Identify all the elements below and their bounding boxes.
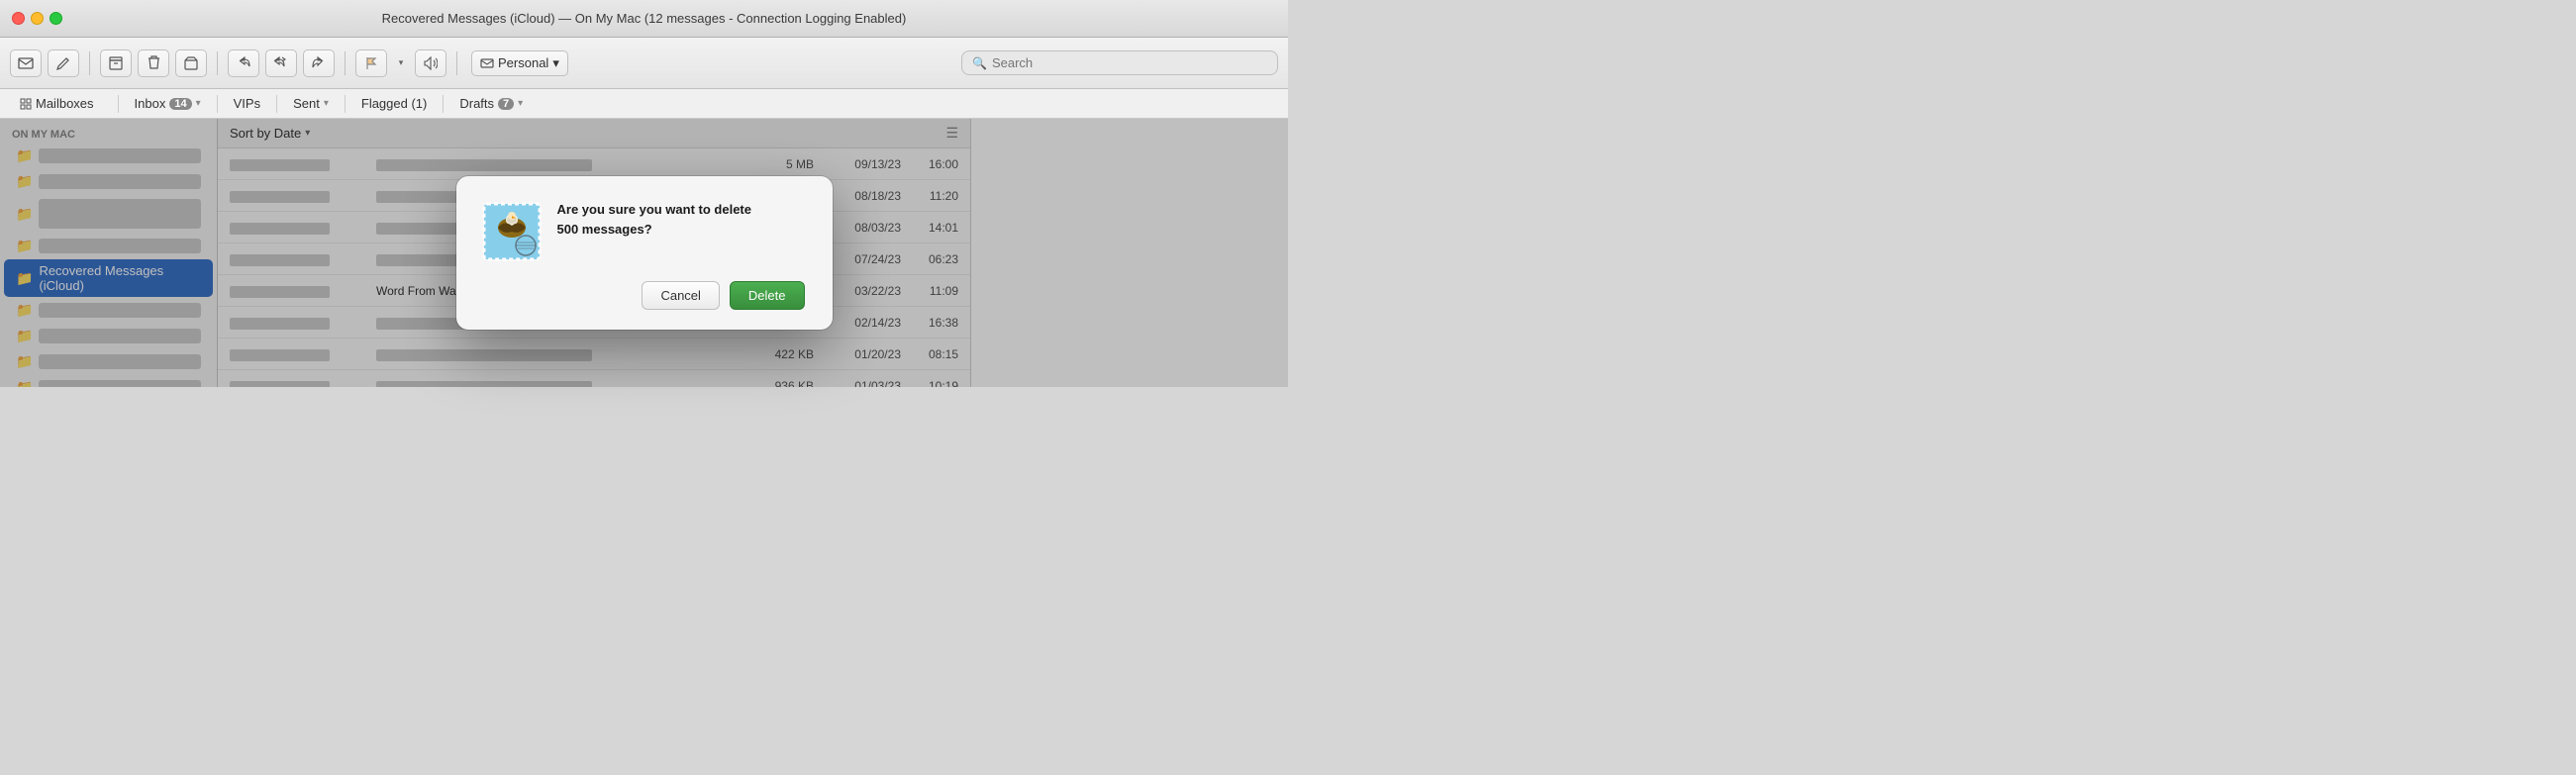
- nav-sep-5: [443, 95, 444, 113]
- mailbox-dropdown-icon: ▾: [552, 55, 559, 71]
- cancel-button[interactable]: Cancel: [642, 281, 719, 310]
- mailbox-selector[interactable]: Personal ▾: [471, 50, 568, 76]
- forward-button[interactable]: [303, 49, 335, 77]
- nav-sep-4: [345, 95, 346, 113]
- toolbar-sep-4: [456, 51, 457, 75]
- dialog-header: Are you sure you want to delete 500 mess…: [480, 200, 805, 263]
- trash-button[interactable]: [138, 49, 169, 77]
- nav-drafts[interactable]: Drafts 7 ▾: [451, 93, 531, 114]
- dialog-buttons: Cancel Delete: [480, 281, 805, 310]
- nav-sent-label: Sent: [293, 96, 320, 111]
- title-bar: Recovered Messages (iCloud) — On My Mac …: [0, 0, 1288, 38]
- dialog-overlay: Are you sure you want to delete 500 mess…: [0, 119, 1288, 387]
- archive-button[interactable]: [100, 49, 132, 77]
- search-input[interactable]: [992, 55, 1267, 70]
- search-icon: 🔍: [972, 56, 987, 70]
- nav-sep-3: [276, 95, 277, 113]
- flag-dropdown[interactable]: ▾: [393, 49, 409, 77]
- search-bar: 🔍: [961, 50, 1278, 75]
- delete-confirm-dialog: Are you sure you want to delete 500 mess…: [456, 176, 833, 330]
- nav-vips[interactable]: VIPs: [226, 93, 268, 114]
- nav-inbox-label: Inbox: [135, 96, 166, 111]
- minimize-button[interactable]: [31, 12, 44, 25]
- toolbar-sep-2: [217, 51, 218, 75]
- reply-all-button[interactable]: [265, 49, 297, 77]
- dialog-text: Are you sure you want to delete 500 mess…: [557, 200, 805, 239]
- toolbar-sep-3: [345, 51, 346, 75]
- nav-inbox-badge: 14: [169, 98, 191, 110]
- nav-sep-2: [217, 95, 218, 113]
- nav-mailboxes-label: Mailboxes: [36, 96, 94, 111]
- nav-bar: Mailboxes Inbox 14 ▾ VIPs Sent ▾ Flagged…: [0, 89, 1288, 119]
- delete-button[interactable]: Delete: [730, 281, 805, 310]
- mailboxes-icon: [20, 98, 32, 110]
- nav-inbox-chevron: ▾: [196, 98, 201, 109]
- mute-button[interactable]: [415, 49, 446, 77]
- main-content: On My Mac 📁██████ ████████📁████ ██ ████📁…: [0, 119, 1288, 387]
- nav-drafts-chevron: ▾: [518, 98, 523, 109]
- compose-button[interactable]: [48, 49, 79, 77]
- dialog-title-line1: Are you sure you want to delete: [557, 202, 752, 217]
- close-button[interactable]: [12, 12, 25, 25]
- nav-sent[interactable]: Sent ▾: [285, 93, 337, 114]
- dialog-title-line2: 500 messages?: [557, 222, 652, 237]
- nav-flagged[interactable]: Flagged (1): [353, 93, 435, 114]
- nav-mailboxes[interactable]: Mailboxes: [12, 93, 102, 114]
- toolbar: ▾ Personal ▾ 🔍: [0, 38, 1288, 89]
- move-button[interactable]: [175, 49, 207, 77]
- nav-drafts-badge: 7: [498, 98, 514, 110]
- maximize-button[interactable]: [50, 12, 62, 25]
- nav-flagged-label: Flagged (1): [361, 96, 427, 111]
- flag-button[interactable]: [355, 49, 387, 77]
- nav-inbox[interactable]: Inbox 14 ▾: [127, 93, 209, 114]
- nav-sent-chevron: ▾: [324, 98, 329, 109]
- mail-stamp-icon: [480, 200, 544, 263]
- traffic-lights: [0, 12, 62, 25]
- dialog-title: Are you sure you want to delete 500 mess…: [557, 200, 805, 239]
- nav-sep-1: [118, 95, 119, 113]
- reply-button[interactable]: [228, 49, 259, 77]
- toolbar-sep-1: [89, 51, 90, 75]
- window-title: Recovered Messages (iCloud) — On My Mac …: [382, 11, 907, 26]
- mailbox-label: Personal: [498, 55, 548, 70]
- get-mail-button[interactable]: [10, 49, 42, 77]
- nav-drafts-label: Drafts: [459, 96, 494, 111]
- nav-vips-label: VIPs: [234, 96, 260, 111]
